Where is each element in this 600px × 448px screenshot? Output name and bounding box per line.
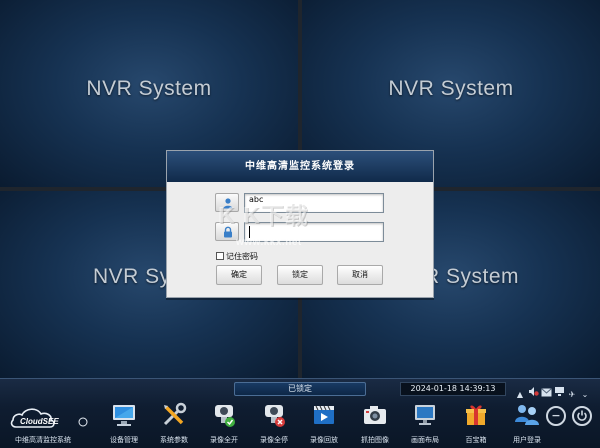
remember-password-label: 记住密码 — [226, 252, 258, 261]
toolbar-item-label: 百宝箱 — [465, 436, 487, 444]
cancel-button[interactable]: 取消 — [337, 265, 383, 285]
toolbar-item-label: 设备管理 — [110, 436, 138, 444]
tile-label: R System — [424, 265, 520, 288]
lock-icon — [215, 222, 239, 241]
tile-label: NVR System — [388, 77, 514, 100]
eject-icon[interactable]: ▲ — [514, 389, 526, 401]
toolbar-item-system-parameters[interactable]: 系统参数 — [149, 401, 199, 447]
snapshot-camera-icon — [364, 406, 386, 424]
network-icon[interactable] — [553, 386, 565, 398]
login-dialog: 中维高清监控系统登录 abc 记住密码 确定 锁定 取消 — [166, 150, 434, 298]
toolbar-item-label: 用户登录 — [513, 436, 541, 444]
toolbar-item-label: 录像全停 — [260, 436, 288, 444]
datetime-display: 2024-01-18 14:39:13 — [400, 382, 506, 396]
lock-button[interactable]: 锁定 — [277, 265, 323, 285]
collapse-icon[interactable]: ⌄ — [579, 389, 591, 401]
tools-icon — [163, 402, 187, 426]
speaker-mute-icon[interactable] — [527, 386, 539, 398]
gift-box-icon — [466, 405, 486, 425]
toolbar-item-screen-layout[interactable]: 画面布局 — [400, 401, 450, 447]
password-input[interactable] — [244, 222, 384, 242]
monitor-icon — [113, 405, 135, 426]
screen-layout-icon — [415, 405, 435, 425]
toolbar-item-label: 录像全开 — [210, 436, 238, 444]
dialog-title: 中维高清监控系统登录 — [167, 151, 433, 182]
toolbar-item-label: 抓拍图像 — [361, 436, 389, 444]
film-play-icon — [314, 405, 334, 424]
toolbar-item-record-all-on[interactable]: 录像全开 — [199, 401, 249, 447]
toolbar-item-label: 录像回放 — [310, 436, 338, 444]
mail-icon[interactable] — [540, 388, 552, 400]
username-input[interactable]: abc — [244, 193, 384, 213]
checkbox-box[interactable] — [216, 252, 224, 260]
toolbar-item-toolbox[interactable]: 百宝箱 — [451, 401, 501, 447]
power-button[interactable] — [572, 406, 592, 426]
camera-record-stop-icon — [265, 405, 285, 427]
taskbar: 已锁定 2024-01-18 14:39:13 ▲ ✈ ⌄ CloudSEE 中维高… — [0, 378, 600, 448]
tile-label: NVR System — [86, 77, 212, 100]
power-icon — [577, 410, 587, 421]
system-title: 中维高清监控系统 — [15, 436, 71, 444]
cloudsee-logo: CloudSEE — [10, 403, 92, 433]
system-tray: ▲ ✈ ⌄ — [514, 382, 592, 399]
lock-status-badge: 已锁定 — [234, 382, 366, 396]
remember-password-checkbox[interactable]: 记住密码 — [216, 251, 258, 262]
toolbar-item-record-all-stop[interactable]: 录像全停 — [249, 401, 299, 447]
toolbar-item-label: 画面布局 — [411, 436, 439, 444]
pin-icon[interactable]: ✈ — [566, 389, 578, 401]
users-icon — [515, 405, 539, 425]
minimize-button[interactable]: − — [546, 406, 566, 426]
toolbar-item-playback[interactable]: 录像回放 — [299, 401, 349, 447]
text-caret — [249, 226, 250, 238]
toolbar-item-snapshot[interactable]: 抓拍图像 — [350, 401, 400, 447]
toolbar-item-label: 系统参数 — [160, 436, 188, 444]
brand-name: CloudSEE — [20, 417, 59, 426]
ok-button[interactable]: 确定 — [216, 265, 262, 285]
camera-record-on-icon — [215, 405, 235, 427]
toolbar-item-device-management[interactable]: 设备管理 — [99, 401, 149, 447]
user-icon — [215, 193, 239, 212]
window-controls: − — [544, 406, 598, 432]
